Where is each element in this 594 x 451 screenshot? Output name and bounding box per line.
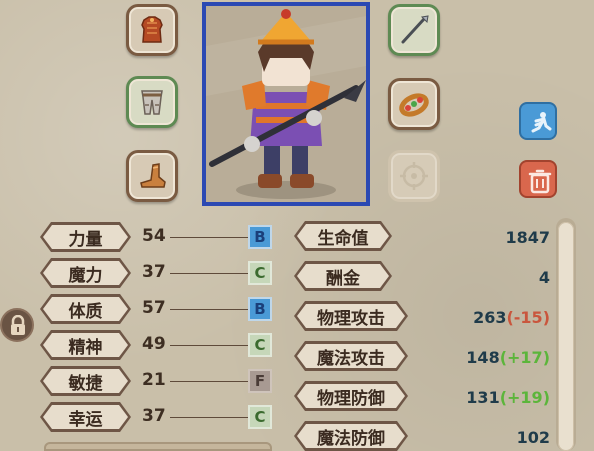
equip-slot-empty[interactable]	[388, 150, 440, 202]
grade-badge-strength: B	[248, 225, 272, 249]
stat-divider	[170, 237, 248, 238]
bottom-panel-edge	[44, 442, 272, 451]
stat-value-agility: 21	[142, 370, 166, 390]
dismiss-button[interactable]	[519, 160, 557, 198]
stat-divider	[170, 273, 248, 274]
hero-portrait	[202, 2, 370, 206]
stat-value-luck: 37	[142, 406, 166, 426]
empty-slot-icon	[400, 162, 428, 190]
equip-slot-accessory[interactable]	[388, 78, 440, 130]
stat-label-strength: 力量	[43, 225, 128, 249]
attr-label-physical-attack: 物理攻击	[297, 304, 405, 328]
boots-icon	[140, 163, 166, 188]
lock-button[interactable]	[0, 308, 34, 342]
running-figure-icon	[531, 112, 552, 133]
attr-value-physical-defense: 131(+19)	[466, 388, 550, 407]
attr-value-magic-attack: 148(+17)	[466, 348, 550, 367]
attr-modifier-physical-defense: (+19)	[499, 388, 550, 407]
stat-label-luck: 幸运	[43, 405, 128, 429]
skill-button[interactable]	[519, 102, 557, 140]
attr-label-hp: 生命值	[297, 224, 389, 248]
stat-value-constitution: 57	[142, 298, 166, 318]
stat-value-strength: 54	[142, 226, 166, 246]
grade-badge-agility: F	[248, 369, 272, 393]
stat-label-magic: 魔力	[43, 261, 128, 285]
stat-value-magic: 37	[142, 262, 166, 282]
hero-character-icon	[206, 6, 366, 202]
scrollbar-thumb[interactable]	[558, 222, 574, 451]
attr-modifier-magic-attack: (+17)	[499, 348, 550, 367]
attr-label-magic-defense: 魔法防御	[297, 424, 405, 448]
spear-icon	[401, 15, 429, 44]
attr-value-physical-attack: 263(-15)	[473, 308, 550, 327]
stat-divider	[170, 309, 248, 310]
attr-label-magic-attack: 魔法攻击	[297, 344, 405, 368]
armor-icon	[141, 16, 163, 43]
equip-slot-legs[interactable]	[126, 76, 178, 128]
stat-label-spirit: 精神	[43, 333, 128, 357]
attr-value-magic-defense: 102	[516, 428, 550, 447]
stat-divider	[170, 345, 248, 346]
stat-divider	[170, 417, 248, 418]
grade-badge-constitution: B	[248, 297, 272, 321]
grade-badge-spirit: C	[248, 333, 272, 357]
leg-armor-icon	[141, 90, 163, 115]
attr-label-pay: 酬金	[297, 264, 389, 288]
bracelet-icon	[399, 93, 429, 117]
attr-modifier-physical-attack: (-15)	[506, 308, 550, 327]
stat-label-constitution: 体质	[43, 297, 128, 321]
attr-value-hp: 1847	[505, 228, 550, 247]
trash-icon	[528, 169, 552, 194]
attr-value-pay: 4	[538, 268, 550, 287]
stat-divider	[170, 381, 248, 382]
stat-value-spirit: 49	[142, 334, 166, 354]
equip-slot-boots[interactable]	[126, 150, 178, 202]
equip-slot-armor[interactable]	[126, 4, 178, 56]
lock-icon	[11, 315, 25, 335]
stat-label-agility: 敏捷	[43, 369, 128, 393]
attr-label-physical-defense: 物理防御	[297, 384, 405, 408]
equip-slot-weapon[interactable]	[388, 4, 440, 56]
grade-badge-magic: C	[248, 261, 272, 285]
grade-badge-luck: C	[248, 405, 272, 429]
